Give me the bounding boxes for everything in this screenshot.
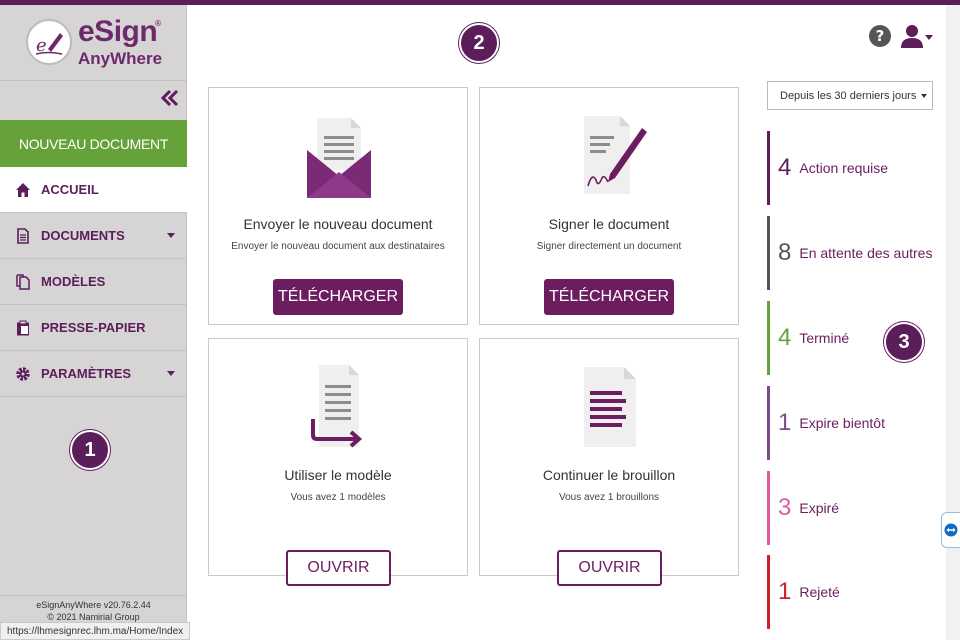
stat-action-required[interactable]: 4 Action requise	[767, 131, 937, 205]
stat-label: Action requise	[799, 160, 889, 176]
stat-label: Expiré	[799, 500, 840, 516]
stat-label: Rejeté	[799, 584, 840, 600]
open-template-button[interactable]: OUVRIR	[286, 550, 391, 586]
upload-sign-button[interactable]: TÉLÉCHARGER	[544, 279, 674, 315]
card-sign-document: Signer le document Signer directement un…	[479, 87, 739, 325]
card-title: Continuer le brouillon	[542, 467, 676, 483]
envelope-document-icon	[299, 110, 379, 200]
card-subtitle: Vous avez 1 modèles	[290, 492, 386, 503]
card-title: Signer le document	[548, 216, 670, 232]
stat-label: En attente des autres	[799, 245, 933, 261]
gear-icon	[15, 366, 31, 382]
remote-support-icon[interactable]	[941, 512, 960, 548]
stat-count: 8	[778, 239, 792, 266]
sidebar-item-label: PARAMÈTRES	[41, 366, 132, 381]
sidebar-item-label: PRESSE-PAPIER	[41, 320, 146, 335]
card-subtitle: Vous avez 1 brouillons	[558, 492, 660, 503]
template-arrow-icon	[299, 361, 379, 451]
sidebar-item-accueil[interactable]: ACCUEIL	[0, 167, 187, 213]
brand-registered: ®	[154, 19, 162, 28]
stat-count: 1	[778, 409, 792, 436]
stat-label: Expire bientôt	[799, 415, 885, 431]
document-pen-icon	[570, 110, 650, 200]
card-title: Utiliser le modèle	[284, 467, 392, 483]
app-version: eSignAnyWhere v20.76.2.44 © 2021 Namiria…	[0, 599, 187, 623]
sidebar-divider	[0, 80, 187, 81]
draft-document-icon	[570, 361, 650, 451]
brand-logo[interactable]: e eSign ® AnyWhere	[26, 15, 176, 77]
stat-count: 4	[778, 154, 792, 181]
sidebar-footer-divider	[0, 595, 187, 596]
callout-badge-3: 3	[884, 322, 924, 362]
card-continue-draft: Continuer le brouillon Vous avez 1 broui…	[479, 338, 739, 586]
clipboard-icon	[15, 320, 31, 336]
sidebar-nav: ACCUEIL DOCUMENTS MODÈLES PRESSE-PAPIER	[0, 167, 187, 397]
document-icon	[15, 227, 31, 244]
help-icon[interactable]: ?	[869, 25, 891, 47]
sidebar-item-label: ACCUEIL	[41, 182, 99, 197]
chevron-down-icon	[921, 94, 927, 98]
stat-count: 1	[778, 578, 792, 605]
collapse-sidebar-icon[interactable]	[160, 89, 180, 107]
stat-count: 3	[778, 494, 792, 521]
user-menu-icon[interactable]	[900, 24, 934, 50]
sidebar-item-label: DOCUMENTS	[41, 228, 125, 243]
sidebar: e eSign ® AnyWhere NOUVEAU DOCUMENT ACCU…	[0, 5, 187, 640]
stat-expiring-soon[interactable]: 1 Expire bientôt	[767, 386, 937, 460]
card-subtitle: Signer directement un document	[536, 241, 682, 252]
home-icon	[15, 182, 31, 198]
stat-label: Terminé	[799, 330, 850, 346]
brand-subname: AnyWhere	[78, 49, 163, 68]
card-send-document: Envoyer le nouveau document Envoyer le n…	[208, 87, 468, 325]
callout-badge-2: 2	[459, 23, 499, 63]
upload-send-button[interactable]: TÉLÉCHARGER	[273, 279, 403, 315]
period-filter-select[interactable]: Depuis les 30 derniers jours	[767, 81, 933, 110]
new-document-button[interactable]: NOUVEAU DOCUMENT	[0, 120, 187, 167]
card-title: Envoyer le nouveau document	[243, 216, 433, 232]
period-filter-value: Depuis les 30 derniers jours	[780, 89, 917, 102]
brand-name: eSign	[78, 15, 158, 48]
sidebar-item-documents[interactable]: DOCUMENTS	[0, 213, 187, 259]
card-use-template: Utiliser le modèle Vous avez 1 modèles O…	[208, 338, 468, 586]
sidebar-item-parametres[interactable]: PARAMÈTRES	[0, 351, 187, 397]
stat-expired[interactable]: 3 Expiré	[767, 471, 937, 545]
logo-emblem-icon: e	[26, 19, 72, 65]
sidebar-item-presse-papier[interactable]: PRESSE-PAPIER	[0, 305, 187, 351]
browser-status-url: https://lhmesignrec.lhm.ma/Home/Index	[0, 622, 191, 640]
sidebar-item-modeles[interactable]: MODÈLES	[0, 259, 187, 305]
open-draft-button[interactable]: OUVRIR	[557, 550, 662, 586]
stat-count: 4	[778, 324, 792, 351]
copy-icon	[15, 273, 31, 290]
stat-rejected[interactable]: 1 Rejeté	[767, 555, 937, 629]
card-subtitle: Envoyer le nouveau document aux destinat…	[231, 241, 445, 252]
sidebar-item-label: MODÈLES	[41, 274, 106, 289]
chevron-down-icon	[167, 371, 175, 376]
callout-badge-1: 1	[70, 430, 110, 470]
chevron-down-icon	[167, 233, 175, 238]
version-text: eSignAnyWhere v20.76.2.44	[36, 600, 151, 610]
stat-waiting-others[interactable]: 8 En attente des autres	[767, 216, 937, 290]
